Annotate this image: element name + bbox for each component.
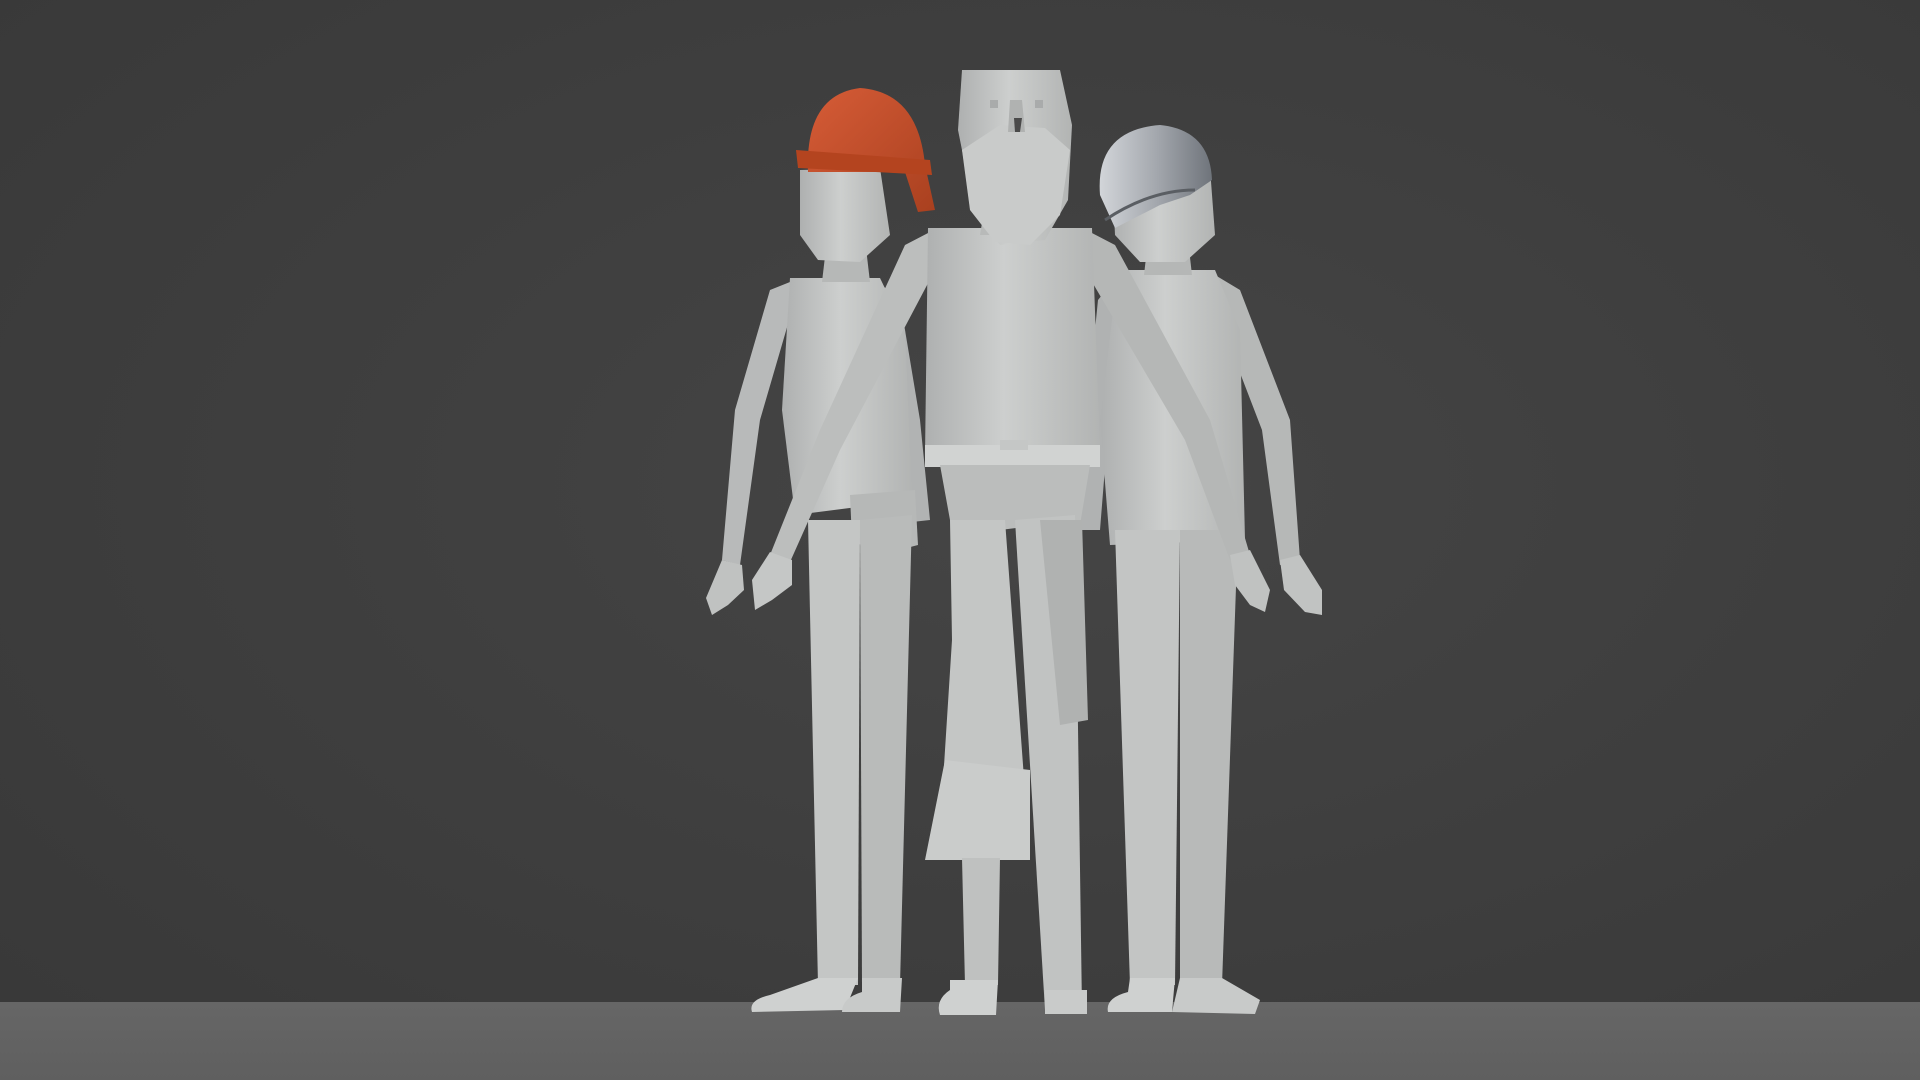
figure-left — [706, 88, 935, 1012]
viewport-scene — [0, 0, 1920, 1080]
figures-group — [706, 70, 1322, 1015]
